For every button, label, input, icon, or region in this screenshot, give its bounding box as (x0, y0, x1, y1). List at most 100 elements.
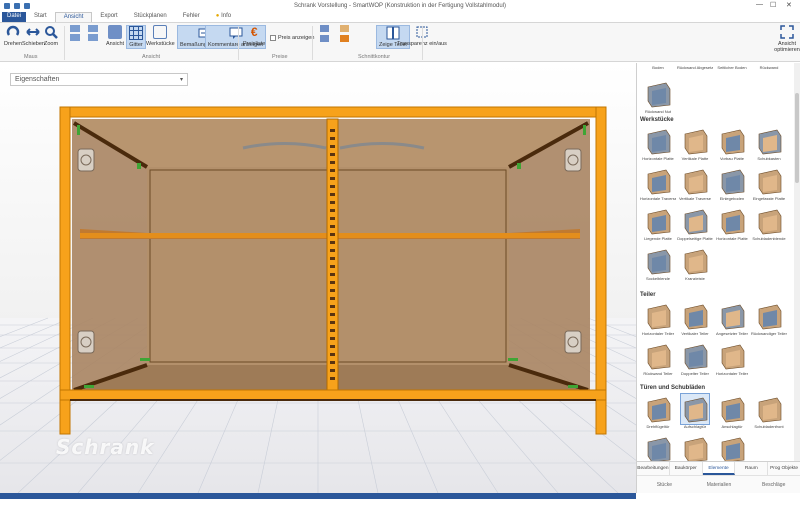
tab-stueckplanen[interactable]: Stückplanen (126, 12, 175, 22)
element-tile[interactable]: Eingefasste Platte (751, 166, 787, 206)
tab-bearbeitungen[interactable]: Bearbeitungen (637, 462, 670, 475)
shelf-hole (330, 369, 335, 372)
element-tile[interactable]: Horizontaler Teiler (640, 301, 676, 341)
scrollbar-thumb[interactable] (795, 93, 799, 183)
element-tile[interactable]: Aufschlagtür (677, 393, 713, 434)
middle-divider (326, 118, 339, 394)
element-tile[interactable]: Einlegeboden (714, 166, 750, 206)
element-thumbnail (755, 166, 783, 196)
element-tile[interactable]: Liegende Platte (640, 206, 676, 246)
tab-datei[interactable]: Datei (2, 12, 27, 22)
preisliste-button[interactable]: € Preisliste (243, 25, 265, 47)
element-caption: Rückwand Nut (644, 109, 671, 114)
tab-raum[interactable]: Raum (735, 462, 769, 475)
shelf-hole (330, 177, 335, 180)
element-tile[interactable]: Horizontale Platte (640, 126, 676, 166)
element-tile[interactable]: Rückwand (751, 65, 787, 79)
element-caption: Rückwand (759, 65, 779, 70)
element-tile[interactable]: Doppelseitige Platte (677, 206, 713, 246)
panel-scrollbar[interactable] (794, 63, 800, 461)
element-tile[interactable]: Vertikale Traverse (677, 166, 713, 206)
element-tile[interactable]: Vorbau Platte (714, 126, 750, 166)
schnitt-small-2[interactable] (340, 25, 349, 42)
cabinet-model[interactable] (59, 106, 607, 435)
preis-anzeigen-label: Preis anzeigen (278, 35, 315, 41)
element-tile[interactable]: Schubladenfront (751, 394, 787, 434)
element-tile[interactable]: Seitlicher Boden (714, 65, 750, 79)
element-tile[interactable]: Horizontaler Teiler (714, 341, 750, 381)
shelf-hole (330, 321, 335, 324)
element-tile[interactable]: Schubladenblende (751, 206, 787, 246)
shelf-hole (330, 185, 335, 188)
gitter-label: Gitter (129, 42, 143, 48)
ansicht-optimieren-label: Ansicht optimieren (774, 41, 800, 53)
tab-fehler[interactable]: Fehler (175, 12, 208, 22)
tab-info-label: Info (221, 13, 232, 19)
element-tile[interactable]: Sockelblende (640, 246, 676, 286)
tab-info[interactable]: ● Info (208, 12, 239, 22)
preis-anzeigen-checkbox[interactable]: Preis anzeigen (270, 35, 314, 41)
element-caption: Anschlagtür (721, 424, 743, 429)
gitter-button[interactable]: Gitter (126, 25, 146, 49)
element-tile[interactable]: Vertikale Platte (677, 126, 713, 166)
schnitt-icon-4 (340, 35, 349, 42)
close-button[interactable]: ✕ (786, 1, 792, 9)
element-caption: Vertikale Traverse (678, 196, 711, 201)
properties-dropdown[interactable]: Eigenschaften ▾ (10, 73, 188, 86)
schnitt-icon-1 (320, 25, 329, 32)
ansicht-button[interactable]: Ansicht (106, 25, 124, 47)
tab-baukoerper[interactable]: Baukörper (670, 462, 703, 475)
ansicht-optimieren-button[interactable]: Ansicht optimieren (774, 25, 800, 53)
tab-elemente[interactable]: Elemente (702, 462, 736, 475)
group-separator (64, 26, 65, 60)
schnitt-small-1[interactable] (320, 25, 329, 42)
element-caption: Angesetzter Teiler (716, 331, 748, 336)
shelf-hole (330, 145, 335, 148)
element-caption: Doppelseitige Platte (677, 236, 713, 241)
element-tile[interactable]: Doppelter Teiler (677, 341, 713, 381)
minimize-button[interactable]: — (756, 1, 763, 8)
viewport-3d[interactable]: Eigenschaften ▾ Schrank (0, 63, 636, 493)
element-tile[interactable]: Vertikaler Teiler (677, 301, 713, 341)
shelf-hole (330, 273, 335, 276)
werkstuecke-button[interactable]: Werkstücke (146, 25, 175, 47)
drehen-button[interactable]: Drehen (4, 25, 22, 47)
tab-export[interactable]: Export (92, 12, 125, 22)
tab-start[interactable]: Start (26, 12, 55, 22)
element-caption: Boden (652, 65, 664, 70)
element-tile[interactable]: Schubkasten (751, 126, 787, 166)
element-tile[interactable]: Drehflügeltür (640, 394, 676, 434)
element-caption: Rückwandiger Teiler (751, 331, 787, 336)
panel-tab-bar: Bearbeitungen Baukörper Elemente Raum Pr… (637, 461, 800, 475)
element-tile[interactable]: Kranzleiste (677, 246, 713, 286)
group-preise: Preise (272, 54, 288, 60)
element-tile[interactable]: Horizontale Platte (714, 206, 750, 246)
element-tile[interactable]: Anschlagtür (714, 394, 750, 434)
element-tile[interactable]: Horizontale Traverse (640, 166, 676, 206)
maximize-button[interactable]: ☐ (770, 1, 776, 9)
element-caption: Horizontale Platte (716, 236, 748, 241)
checkbox-box (270, 35, 276, 41)
group-separator (238, 26, 239, 60)
small-view-buttons-2[interactable] (88, 25, 98, 41)
element-tile[interactable]: Rückwand Teiler (640, 341, 676, 381)
shelf-hole (330, 281, 335, 284)
element-tile[interactable]: Rückwand Nut (640, 79, 676, 119)
tab-ansicht[interactable]: Ansicht (54, 12, 93, 22)
element-thumbnail (718, 206, 746, 236)
element-tile[interactable]: Boden (640, 65, 676, 79)
shelf-hole (330, 345, 335, 348)
status-beschlaege: Beschläge (762, 482, 786, 488)
zoom-label: Zoom (44, 41, 59, 47)
shelf-hole (330, 153, 335, 156)
element-tile[interactable]: Angesetzter Teiler (714, 301, 750, 341)
element-tile[interactable]: Rückwand Abgesetzt (677, 65, 713, 79)
small-view-buttons[interactable] (70, 25, 80, 41)
zoom-button[interactable]: Zoom (44, 25, 58, 47)
tab-prog-objekte[interactable]: Prog Objekte (768, 462, 800, 475)
element-thumbnail (680, 393, 710, 425)
shelf-hole (330, 201, 335, 204)
schieben-button[interactable]: Schieben (22, 25, 45, 47)
element-tile[interactable]: Rückwandiger Teiler (751, 301, 787, 341)
element-thumbnail (718, 301, 746, 331)
